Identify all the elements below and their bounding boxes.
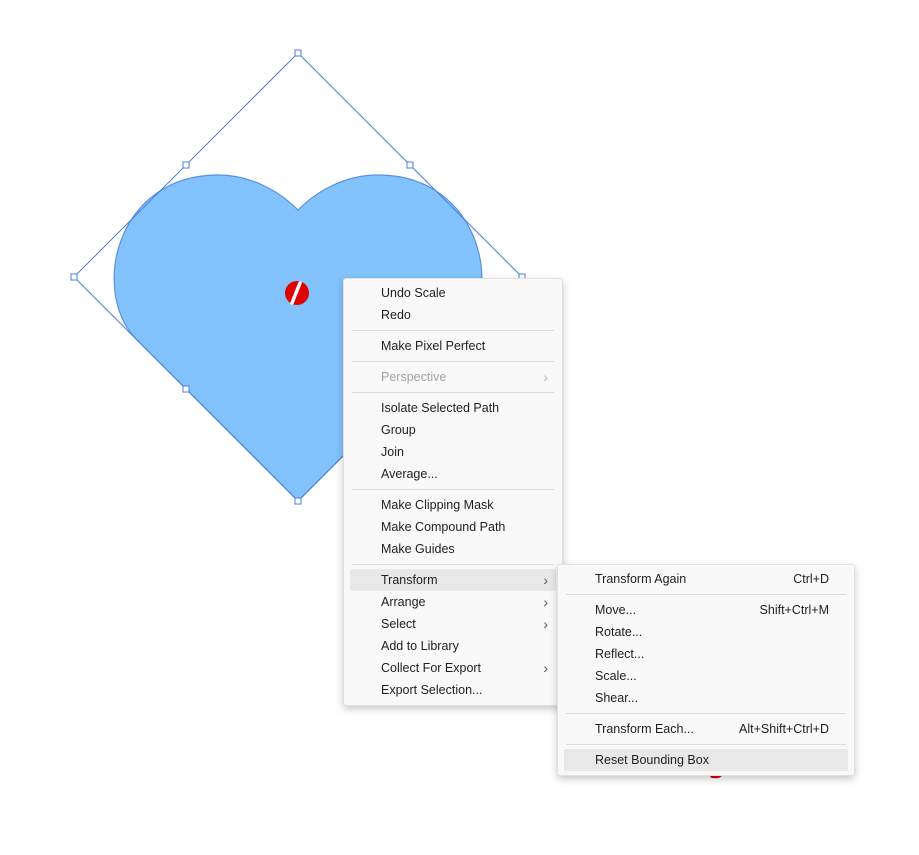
menu-separator (352, 564, 554, 565)
chevron-right-icon: › (543, 594, 548, 610)
menu-item-label: Make Pixel Perfect (381, 339, 486, 353)
menu-item-label: Add to Library (381, 639, 459, 653)
menu-separator (352, 361, 554, 362)
submenu-item-reflect[interactable]: Reflect... (564, 643, 848, 665)
menu-item-shortcut: Shift+Ctrl+M (759, 603, 829, 617)
menu-item-label: Group (381, 423, 416, 437)
transform-submenu: Transform Again Ctrl+D Move... Shift+Ctrl+… (557, 564, 855, 776)
menu-item-isolate-selected-path[interactable]: Isolate Selected Path (350, 397, 556, 419)
handle-bottom-left[interactable] (182, 385, 190, 393)
menu-separator (352, 392, 554, 393)
handle-top-right[interactable] (406, 161, 414, 169)
menu-item-label: Reflect... (595, 647, 645, 661)
submenu-item-reset-bounding-box[interactable]: Reset Bounding Box (564, 749, 848, 771)
submenu-item-move[interactable]: Move... Shift+Ctrl+M (564, 599, 848, 621)
menu-item-export-selection[interactable]: Export Selection... (350, 679, 556, 701)
chevron-right-icon: › (543, 660, 548, 676)
menu-item-make-compound-path[interactable]: Make Compound Path (350, 516, 556, 538)
menu-item-label: Transform Again (595, 572, 687, 586)
menu-item-label: Scale... (595, 669, 637, 683)
menu-separator (566, 594, 846, 595)
handle-top-left[interactable] (182, 161, 190, 169)
menu-item-label: Transform (381, 573, 438, 587)
context-menu: Undo Scale Redo Make Pixel Perfect Persp… (343, 278, 563, 706)
menu-item-undo-scale[interactable]: Undo Scale (350, 282, 556, 304)
menu-item-label: Make Guides (381, 542, 455, 556)
handle-left[interactable] (70, 273, 78, 281)
menu-item-label: Collect For Export (381, 661, 482, 675)
menu-item-label: Redo (381, 308, 411, 322)
submenu-item-shear[interactable]: Shear... (564, 687, 848, 709)
menu-item-label: Reset Bounding Box (595, 753, 709, 767)
menu-item-label: Transform Each... (595, 722, 694, 736)
chevron-right-icon: › (543, 572, 548, 588)
menu-item-arrange[interactable]: Arrange › (350, 591, 556, 613)
menu-item-label: Move... (595, 603, 636, 617)
menu-item-label: Average... (381, 467, 438, 481)
menu-item-make-clipping-mask[interactable]: Make Clipping Mask (350, 494, 556, 516)
menu-separator (566, 713, 846, 714)
menu-item-redo[interactable]: Redo (350, 304, 556, 326)
menu-item-average[interactable]: Average... (350, 463, 556, 485)
menu-item-make-pixel-perfect[interactable]: Make Pixel Perfect (350, 335, 556, 357)
chevron-right-icon: › (543, 616, 548, 632)
chevron-right-icon: › (543, 369, 548, 385)
handle-top[interactable] (294, 49, 302, 57)
menu-item-make-guides[interactable]: Make Guides (350, 538, 556, 560)
handle-bottom[interactable] (294, 497, 302, 505)
menu-item-label: Arrange (381, 595, 426, 609)
menu-item-group[interactable]: Group (350, 419, 556, 441)
menu-item-select[interactable]: Select › (350, 613, 556, 635)
menu-item-label: Make Clipping Mask (381, 498, 494, 512)
submenu-item-transform-again[interactable]: Transform Again Ctrl+D (564, 568, 848, 590)
menu-item-label: Isolate Selected Path (381, 401, 500, 415)
menu-item-label: Undo Scale (381, 286, 446, 300)
annotation-step-1 (285, 281, 309, 305)
menu-item-shortcut: Alt+Shift+Ctrl+D (739, 722, 829, 736)
menu-item-add-to-library[interactable]: Add to Library (350, 635, 556, 657)
submenu-item-rotate[interactable]: Rotate... (564, 621, 848, 643)
menu-item-label: Export Selection... (381, 683, 483, 697)
submenu-item-scale[interactable]: Scale... (564, 665, 848, 687)
submenu-item-transform-each[interactable]: Transform Each... Alt+Shift+Ctrl+D (564, 718, 848, 740)
menu-item-shortcut: Ctrl+D (793, 572, 829, 586)
menu-item-label: Select (381, 617, 416, 631)
menu-separator (352, 330, 554, 331)
menu-item-label: Perspective (381, 370, 447, 384)
menu-item-transform[interactable]: Transform › (350, 569, 556, 591)
menu-item-label: Shear... (595, 691, 639, 705)
menu-item-perspective: Perspective › (350, 366, 556, 388)
menu-item-label: Join (381, 445, 404, 459)
menu-separator (352, 489, 554, 490)
menu-item-join[interactable]: Join (350, 441, 556, 463)
menu-item-label: Make Compound Path (381, 520, 506, 534)
menu-item-label: Rotate... (595, 625, 643, 639)
menu-item-collect-for-export[interactable]: Collect For Export › (350, 657, 556, 679)
menu-separator (566, 744, 846, 745)
